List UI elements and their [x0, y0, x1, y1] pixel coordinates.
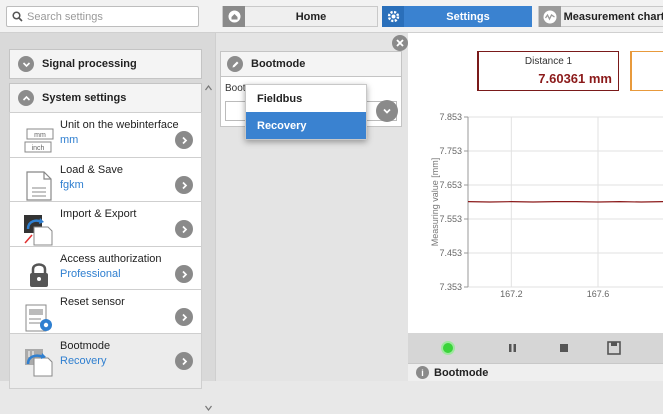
bootmode-panel-title: Bootmode	[251, 58, 305, 70]
unit-icon: mm inch	[19, 122, 59, 160]
distance-value: 7.60361 mm	[538, 71, 612, 86]
dropdown-option-recovery[interactable]: Recovery	[246, 112, 366, 139]
chevron-right-icon[interactable]	[175, 352, 193, 370]
chevron-right-icon[interactable]	[175, 131, 193, 149]
bootmode-panel-header: Bootmode	[220, 51, 402, 77]
bootmode-icon	[19, 343, 59, 381]
sidebar-item-value: fgkm	[60, 179, 84, 191]
dropdown-option-fieldbus[interactable]: Fieldbus	[246, 85, 366, 112]
measurement-chart: 7.853 7.753 7.653 7.553 7.453 7.353 167.2 167.6…	[408, 103, 663, 333]
sidebar-item-label: Bootmode	[60, 340, 110, 352]
sidebar-item-label: Load & Save	[60, 164, 123, 176]
search-box[interactable]	[6, 6, 199, 27]
home-icon	[223, 6, 245, 27]
chevron-up-icon	[18, 90, 34, 106]
section-system-settings-label: System settings	[42, 92, 126, 104]
tab-measurement-chart[interactable]: Measurement chart	[538, 6, 663, 27]
tab-settings-label: Settings	[404, 11, 532, 23]
y-tick-label: 7.353	[439, 282, 462, 292]
sidebar-item-label: Unit on the webinterface	[60, 119, 179, 131]
y-tick-label: 7.753	[439, 146, 462, 156]
bootmode-footer-title: Bootmode	[434, 367, 488, 379]
search-input[interactable]	[27, 11, 187, 23]
chevron-down-icon[interactable]	[376, 100, 398, 122]
document-icon	[19, 167, 59, 205]
section-signal-processing[interactable]: Signal processing	[9, 49, 202, 79]
sidebar-item-label: Access authorization	[60, 253, 162, 265]
stop-icon[interactable]	[560, 344, 568, 352]
y-tick-label: 7.653	[439, 180, 462, 190]
search-icon	[12, 11, 23, 22]
record-indicator-icon[interactable]	[442, 342, 454, 354]
top-bar: Home Settings Measurement chart	[0, 0, 663, 33]
bootmode-dropdown: Fieldbus Recovery	[245, 84, 367, 140]
gear-icon	[382, 6, 404, 27]
y-tick-label: 7.553	[439, 214, 462, 224]
y-tick-label: 7.853	[439, 112, 462, 122]
chevron-right-icon[interactable]	[175, 176, 193, 194]
sidebar-item-label: Reset sensor	[60, 296, 125, 308]
reset-sensor-icon	[19, 299, 59, 337]
save-icon[interactable]	[608, 342, 620, 354]
svg-text:mm: mm	[34, 132, 46, 139]
import-export-icon	[19, 211, 59, 249]
x-tick-label: 167.6	[587, 289, 610, 299]
y-tick-label: 7.453	[439, 248, 462, 258]
section-system-settings[interactable]: System settings	[9, 83, 202, 113]
measurement-area: Distance 1 7.60361 mm 7.853 7.753 7.653 7.5…	[408, 33, 663, 381]
chevron-right-icon[interactable]	[175, 265, 193, 283]
distance-label: Distance 1	[479, 56, 618, 67]
chevron-down-icon	[18, 56, 34, 72]
y-axis-label: Measuring value [mm]	[430, 158, 440, 247]
close-icon[interactable]	[392, 35, 408, 51]
pencil-icon	[227, 56, 243, 72]
svg-text:inch: inch	[32, 145, 45, 152]
settings-sidebar: Signal processing System settings mm inc…	[0, 33, 215, 381]
section-signal-processing-label: Signal processing	[42, 58, 137, 70]
bootmode-footer: i Bootmode	[408, 363, 663, 381]
pause-icon[interactable]	[509, 344, 516, 352]
tab-settings[interactable]: Settings	[382, 6, 532, 27]
sidebar-item-label: Import & Export	[60, 208, 136, 220]
tab-home[interactable]: Home	[222, 6, 378, 27]
sidebar-item-value: Professional	[60, 268, 121, 280]
distance-display: Distance 1 7.60361 mm	[477, 51, 619, 91]
distance-display-2	[630, 51, 663, 91]
sidebar-item-value: mm	[60, 134, 78, 146]
x-tick-label: 167.2	[500, 289, 523, 299]
tab-home-label: Home	[245, 11, 377, 23]
info-icon: i	[416, 366, 429, 379]
sidebar-scrollbar[interactable]	[204, 84, 213, 414]
chevron-right-icon[interactable]	[175, 220, 193, 238]
wave-icon	[539, 6, 561, 27]
tab-measurement-label: Measurement chart	[561, 11, 663, 23]
chart-control-bar	[408, 333, 663, 363]
chevron-right-icon[interactable]	[175, 308, 193, 326]
sidebar-item-value: Recovery	[60, 355, 106, 367]
